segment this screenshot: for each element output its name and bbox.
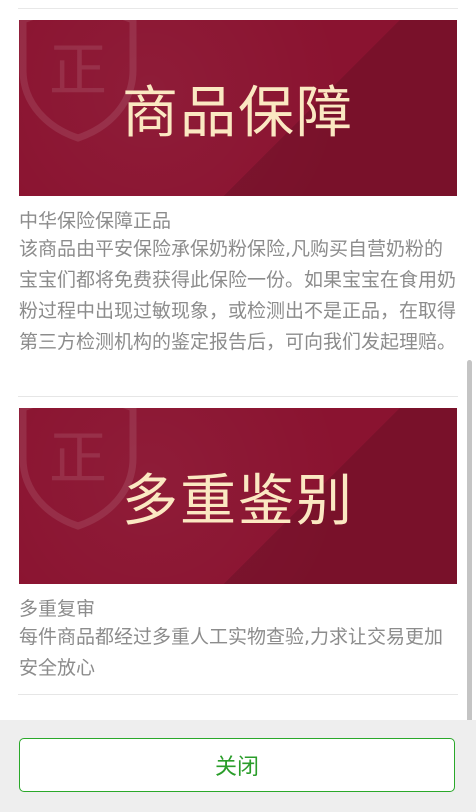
banner-title: 商品保障 [122,80,354,146]
footer-bar: 关闭 [0,720,476,812]
guarantee-banner: 正 商品保障 [19,20,457,196]
close-button[interactable]: 关闭 [19,738,455,792]
scrollbar[interactable] [467,360,472,740]
guarantee-section: 正 商品保障 中华保险保障正品 该商品由平安保险承保奶粉保险,凡购买自营奶粉的宝… [19,20,457,358]
guarantee-page: 正 商品保障 中华保险保障正品 该商品由平安保险承保奶粉保险,凡购买自营奶粉的宝… [0,0,476,812]
section-description: 该商品由平安保险承保奶粉保险,凡购买自营奶粉的宝宝们都将免费获得此保险一份。如果… [19,238,457,353]
section-description: 每件商品都经过多重人工实物查验,力求让交易更加安全放心 [19,626,444,679]
section-title: 中华保险保障正品 [19,210,172,232]
section-divider [18,396,458,397]
top-divider [18,8,458,9]
section-title: 多重复审 [19,598,96,620]
identification-banner: 正 多重鉴别 [19,408,457,584]
banner-title: 多重鉴别 [122,468,354,534]
identification-section: 正 多重鉴别 多重复审 每件商品都经过多重人工实物查验,力求让交易更加安全放心 [19,408,457,684]
section-divider [18,694,458,695]
